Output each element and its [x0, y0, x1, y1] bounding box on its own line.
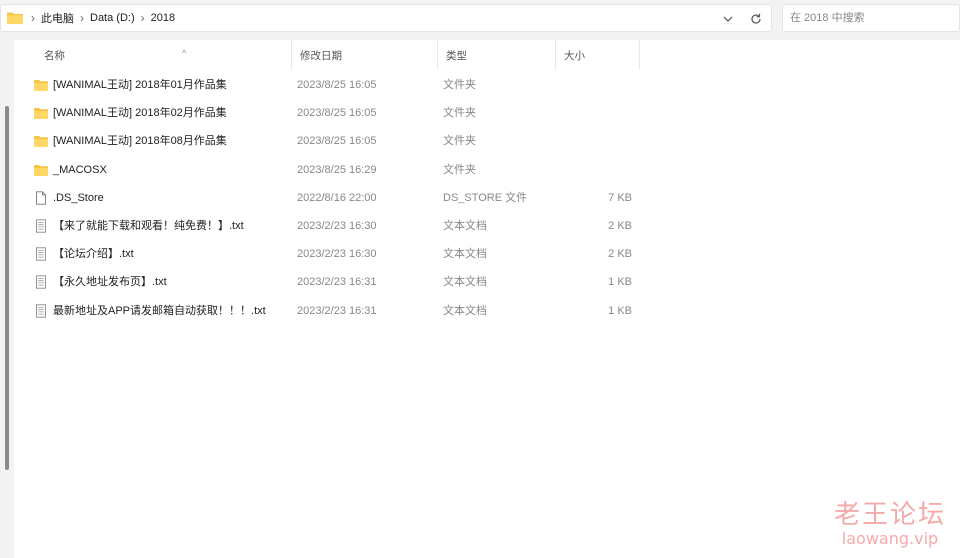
file-type: 文本文档	[443, 276, 487, 289]
file-row[interactable]: [WANIMAL王动] 2018年01月作品集 2023/8/25 16:05 …	[14, 71, 960, 99]
file-row[interactable]: _MACOSX 2023/8/25 16:29 文件夹	[14, 156, 960, 184]
file-type: DS_STORE 文件	[443, 191, 528, 204]
file-type: 文本文档	[443, 219, 487, 232]
file-type: 文本文档	[443, 304, 487, 317]
search-input[interactable]	[790, 12, 959, 24]
column-header-type-label: 类型	[446, 50, 467, 62]
file-name: .DS_Store	[53, 191, 104, 204]
file-icon	[36, 191, 46, 205]
column-header-size[interactable]: 大小	[556, 40, 640, 70]
watermark: 老王论坛 laowang.vip	[834, 500, 946, 548]
column-header-name[interactable]: 名称 ^	[36, 40, 292, 70]
refresh-icon	[751, 13, 761, 24]
file-date: 2023/8/25 16:05	[297, 79, 377, 91]
column-header-name-label: 名称	[44, 50, 65, 62]
file-name: 【论坛介绍】.txt	[53, 248, 134, 261]
search-box[interactable]	[782, 4, 960, 32]
file-date: 2023/8/25 16:05	[297, 107, 377, 120]
file-name: [WANIMAL王动] 2018年08月作品集	[53, 135, 227, 148]
file-name: [WANIMAL王动] 2018年01月作品集	[53, 79, 227, 91]
folder-icon	[34, 80, 48, 91]
file-row[interactable]: [WANIMAL王动] 2018年08月作品集 2023/8/25 16:05 …	[14, 127, 960, 155]
folder-icon	[34, 164, 48, 176]
watermark-chinese: 老王论坛	[833, 500, 946, 530]
file-size: 7 KB	[608, 191, 632, 204]
file-date: 2022/8/16 22:00	[297, 191, 377, 204]
scrollbar-thumb[interactable]	[5, 106, 9, 470]
file-row[interactable]: 【永久地址发布页】.txt 2023/2/23 16:31 文本文档 1 KB	[14, 268, 960, 296]
refresh-button[interactable]	[747, 10, 765, 28]
file-row[interactable]: 【来了就能下载和观看！纯免费！】.txt 2023/2/23 16:30 文本文…	[14, 212, 960, 240]
file-name: 最新地址及APP请发邮箱自动获取！！！.txt	[53, 304, 266, 317]
column-header-type[interactable]: 类型	[438, 40, 556, 70]
file-size	[584, 127, 632, 155]
folder-icon	[34, 136, 48, 148]
text-file-icon	[36, 219, 46, 233]
history-dropdown-button[interactable]	[719, 10, 737, 28]
file-type: 文件夹	[443, 79, 476, 91]
chevron-right-icon: ›	[31, 11, 35, 25]
file-name: [WANIMAL王动] 2018年02月作品集	[53, 107, 227, 120]
watermark-url: laowang.vip	[841, 529, 939, 548]
file-list: [WANIMAL王动] 2018年01月作品集 2023/8/25 16:05 …	[14, 71, 960, 325]
column-header-size-label: 大小	[564, 50, 585, 62]
file-type: 文件夹	[443, 163, 476, 176]
file-date: 2023/8/25 16:29	[297, 163, 377, 176]
text-file-icon	[36, 275, 46, 289]
folder-icon	[7, 12, 23, 24]
chevron-right-icon: ›	[80, 11, 84, 25]
file-type: 文件夹	[443, 107, 476, 120]
folder-icon	[34, 108, 48, 120]
file-date: 2023/2/23 16:31	[297, 276, 377, 289]
file-date: 2023/2/23 16:30	[297, 248, 377, 261]
file-date: 2023/2/23 16:30	[297, 219, 377, 232]
file-name: 【来了就能下载和观看！纯免费！】.txt	[53, 219, 244, 232]
file-row[interactable]: .DS_Store 2022/8/16 22:00 DS_STORE 文件 7 …	[14, 184, 960, 212]
file-row[interactable]: 最新地址及APP请发邮箱自动获取！！！.txt 2023/2/23 16:31 …	[14, 297, 960, 325]
file-date: 2023/8/25 16:05	[297, 135, 377, 148]
breadcrumb-data-drive[interactable]: Data (D:)	[90, 12, 135, 24]
file-size	[584, 156, 632, 184]
file-size: 1 KB	[608, 276, 632, 289]
file-type: 文本文档	[443, 248, 487, 261]
address-toolbar: › 此电脑 › Data (D:) › 2018	[0, 0, 960, 38]
file-size	[584, 71, 632, 99]
address-bar[interactable]: › 此电脑 › Data (D:) › 2018	[0, 4, 772, 32]
file-type: 文件夹	[443, 135, 476, 148]
text-file-icon	[36, 303, 46, 318]
text-file-icon	[36, 247, 46, 261]
sort-ascending-icon: ^	[182, 48, 187, 58]
file-list-pane: 名称 ^ 修改日期 类型 大小 [WANIMAL王动] 2018年01月作品集 …	[14, 40, 960, 558]
file-date: 2023/2/23 16:31	[297, 304, 377, 317]
column-header-date[interactable]: 修改日期	[292, 40, 438, 70]
file-name: 【永久地址发布页】.txt	[53, 276, 167, 289]
column-header-date-label: 修改日期	[300, 50, 342, 62]
file-size: 2 KB	[608, 248, 632, 261]
file-size	[584, 99, 632, 127]
chevron-down-icon	[723, 16, 733, 22]
breadcrumb-2018[interactable]: 2018	[151, 12, 175, 24]
column-header-row: 名称 ^ 修改日期 类型 大小	[14, 40, 960, 70]
file-row[interactable]: [WANIMAL王动] 2018年02月作品集 2023/8/25 16:05 …	[14, 99, 960, 127]
file-size: 2 KB	[608, 219, 632, 232]
chevron-right-icon: ›	[140, 11, 145, 25]
breadcrumb-this-pc[interactable]: 此电脑	[41, 10, 74, 26]
file-row[interactable]: 【论坛介绍】.txt 2023/2/23 16:30 文本文档 2 KB	[14, 240, 960, 268]
file-name: _MACOSX	[53, 163, 107, 176]
file-size: 1 KB	[608, 304, 632, 317]
